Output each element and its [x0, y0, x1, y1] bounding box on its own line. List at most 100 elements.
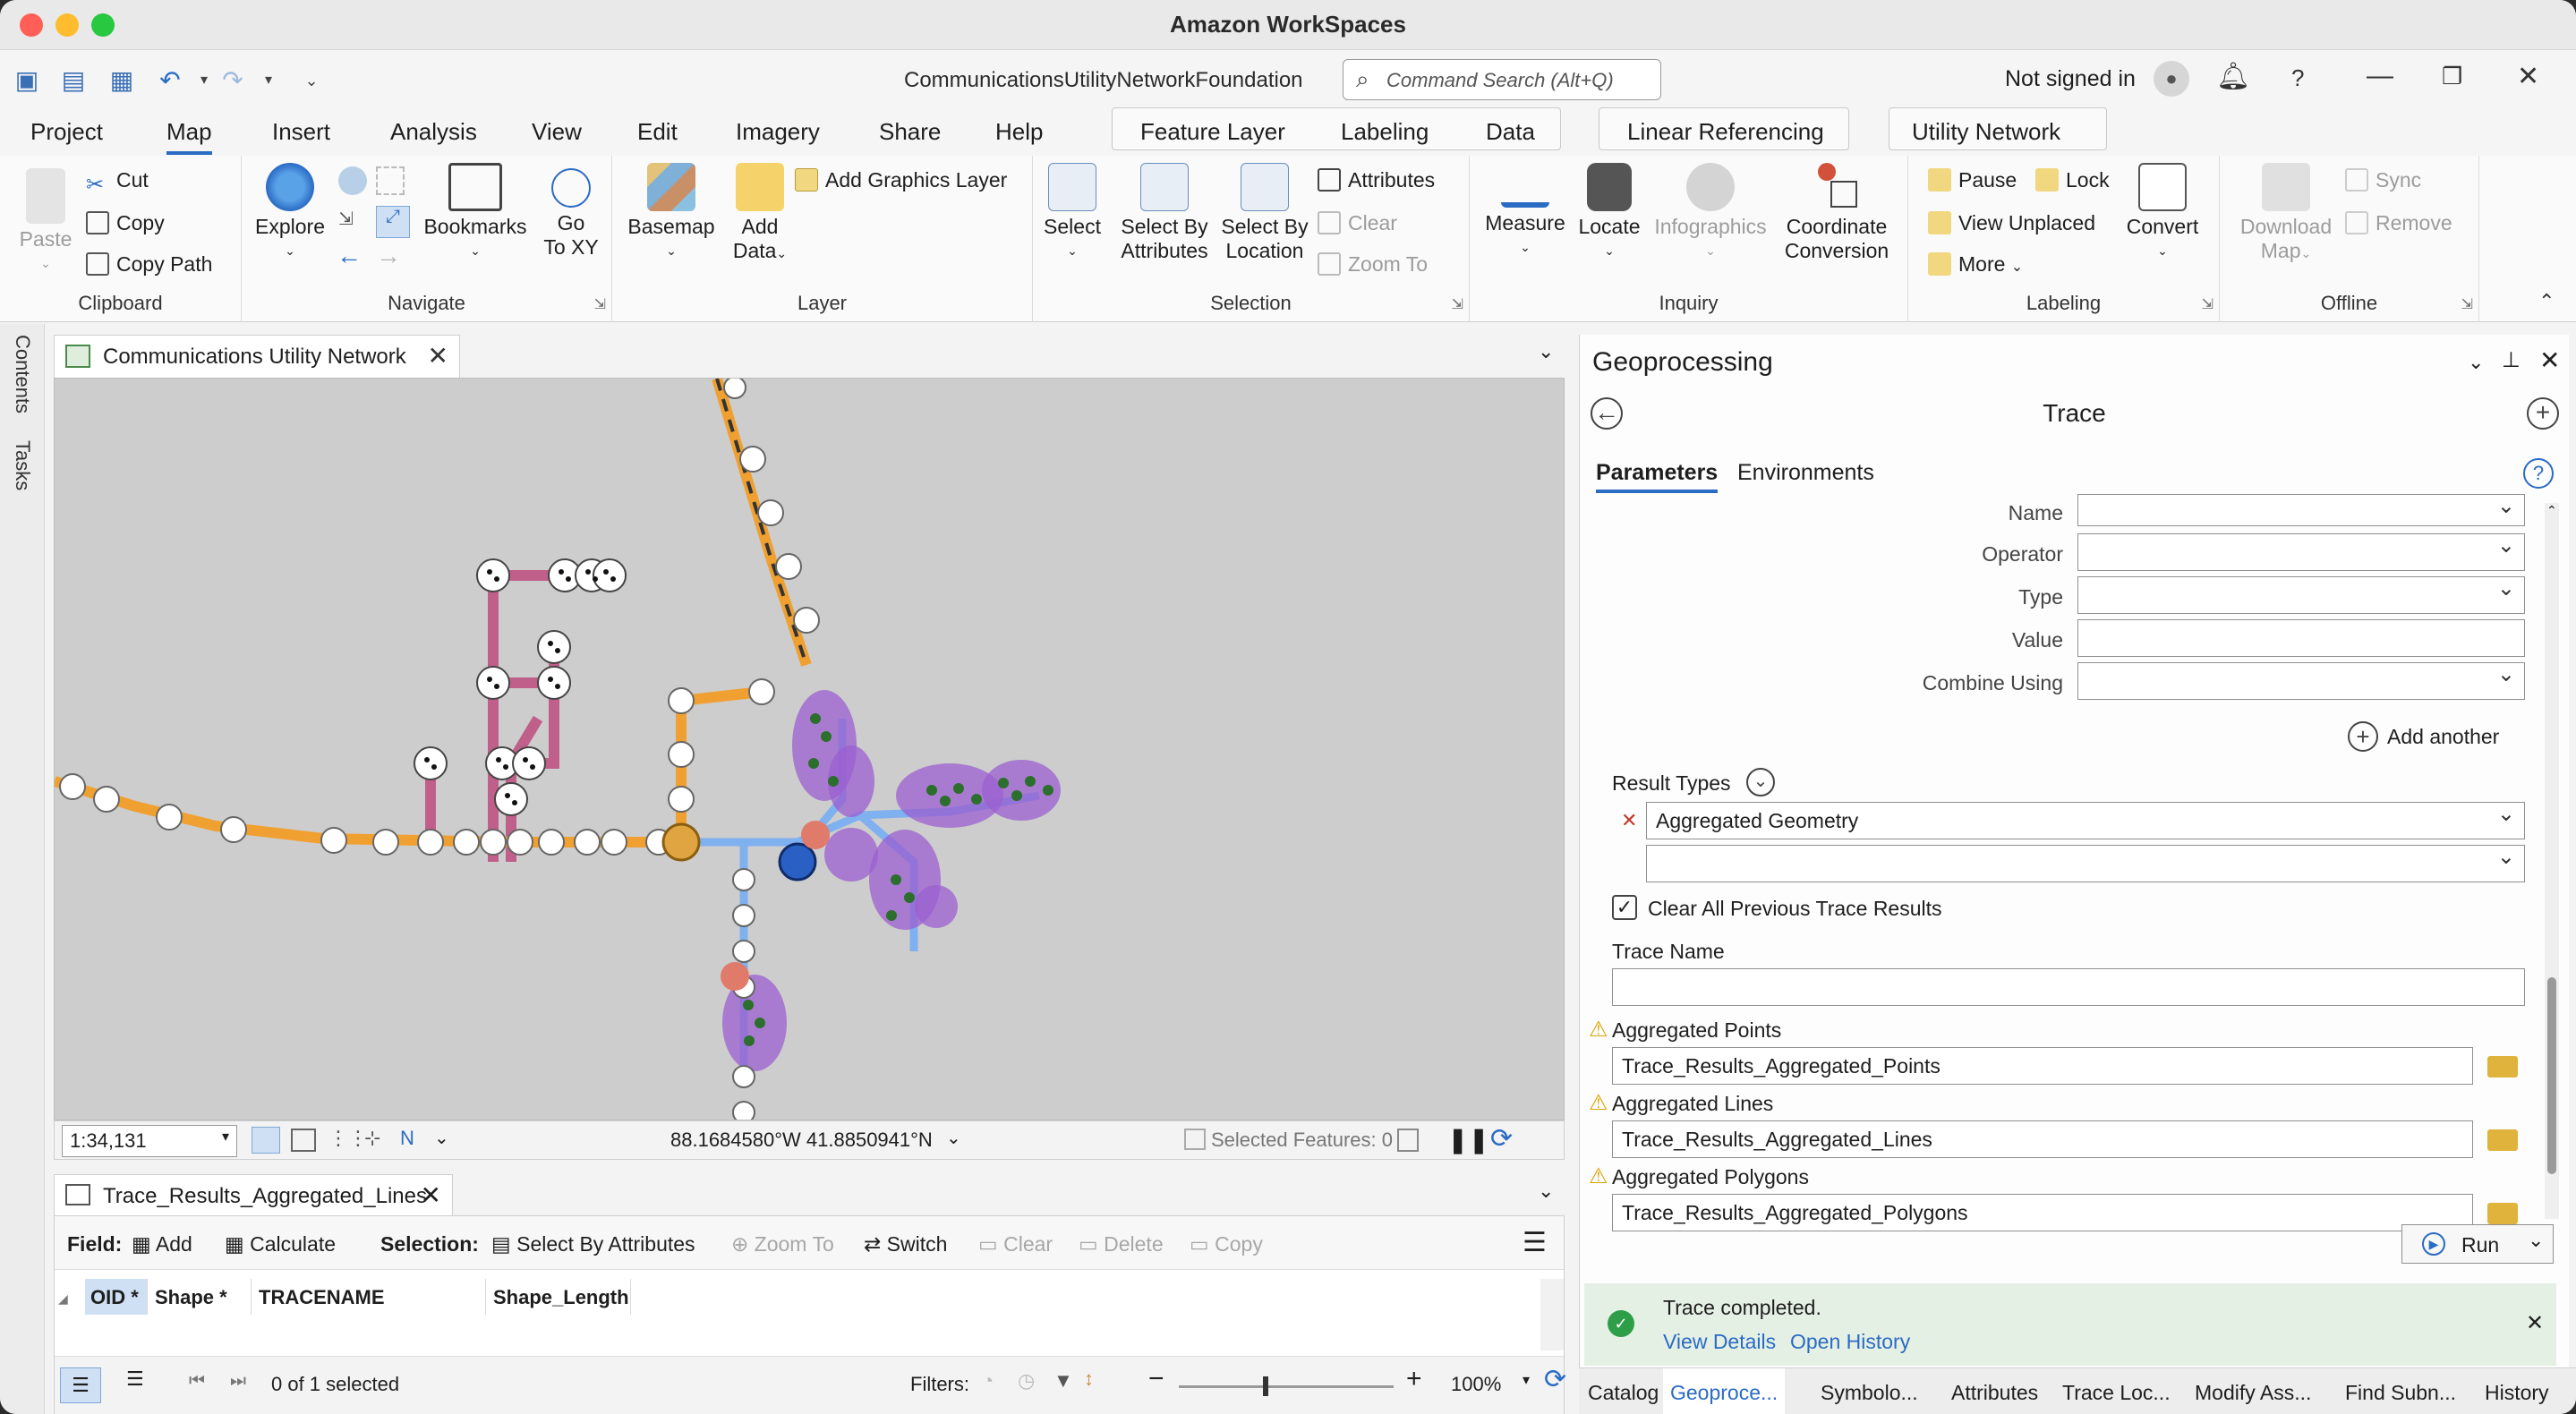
selection-launcher-icon[interactable]: ⇲: [1452, 295, 1463, 313]
tab-map[interactable]: Map: [166, 118, 212, 155]
close-icon[interactable]: ✕: [2517, 61, 2539, 92]
offline-launcher-icon[interactable]: ⇲: [2461, 295, 2473, 313]
tasks-side-tab[interactable]: Tasks: [11, 440, 34, 490]
sign-in-status[interactable]: Not signed in: [2005, 66, 2136, 92]
calculate-field-button[interactable]: ▦ Calculate: [225, 1232, 336, 1256]
status-tools-dropdown-icon[interactable]: ⌄: [434, 1127, 449, 1149]
zoom-out-table-icon[interactable]: −: [1148, 1364, 1164, 1394]
run-button[interactable]: ▶ Run ⌄: [2401, 1224, 2554, 1264]
tab-find-subnetworks[interactable]: Find Subn...: [2345, 1381, 2456, 1405]
pause-labeling-button[interactable]: Pause: [1928, 168, 2017, 192]
bookmarks-button[interactable]: Bookmarks ⌄: [417, 163, 533, 263]
fixed-zoom-icon[interactable]: [376, 166, 405, 195]
close-table-tab-icon[interactable]: ✕: [421, 1180, 441, 1210]
tab-feature-layer[interactable]: Feature Layer: [1140, 118, 1285, 146]
add-data-button[interactable]: Add Data⌄: [721, 163, 798, 266]
minimize-icon[interactable]: —: [2367, 61, 2393, 91]
snapping-icon[interactable]: ⋮⋮: [328, 1127, 368, 1150]
paste-button[interactable]: Paste ⌄: [13, 168, 79, 276]
full-extent-icon[interactable]: [338, 166, 367, 195]
pane-options-icon[interactable]: ⌄: [2468, 351, 2484, 374]
undo-dropdown-icon[interactable]: ▾: [188, 64, 220, 97]
zoom-to-selection-icon[interactable]: ⤢: [376, 206, 410, 238]
first-record-icon[interactable]: ⏮: [189, 1371, 205, 1392]
aggregated-lines-input[interactable]: Trace_Results_Aggregated_Lines: [1612, 1120, 2473, 1158]
pause-drawing-icon[interactable]: ❚❚: [1447, 1125, 1489, 1154]
attribute-table-tab[interactable]: Trace_Results_Aggregated_Lines ✕: [54, 1174, 453, 1215]
download-map-button[interactable]: Download Map⌄: [2231, 163, 2341, 266]
table-pane-menu-icon[interactable]: ⌄: [1538, 1180, 1554, 1203]
zoom-slider-thumb[interactable]: [1263, 1376, 1268, 1396]
pin-pane-icon[interactable]: ⊥: [2502, 347, 2521, 373]
measure-button[interactable]: Measure ⌄: [1482, 163, 1568, 260]
contents-side-tab[interactable]: Contents: [11, 335, 34, 413]
table-clear-button[interactable]: ▭ Clear: [978, 1232, 1053, 1256]
more-labeling-button[interactable]: More ⌄: [1928, 252, 2023, 277]
coordinate-format-dropdown-icon[interactable]: ⌄: [946, 1127, 961, 1149]
select-all-corner[interactable]: ◢: [58, 1279, 85, 1315]
map-view-tab[interactable]: Communications Utility Network ✕: [54, 335, 460, 378]
map-canvas[interactable]: [54, 378, 1565, 1120]
result-type-empty-dropdown[interactable]: [1646, 845, 2525, 882]
undo-icon[interactable]: ↶: [154, 64, 186, 97]
table-refresh-icon[interactable]: ⟳: [1544, 1364, 1566, 1395]
tab-data[interactable]: Data: [1486, 118, 1535, 146]
scale-dropdown[interactable]: 1:34,131 ▾: [62, 1125, 237, 1157]
type-dropdown[interactable]: [2077, 576, 2525, 614]
switch-selection-button[interactable]: ⇄ Switch: [864, 1232, 947, 1256]
navigate-launcher-icon[interactable]: ⇲: [594, 295, 606, 313]
attributes-button[interactable]: Attributes: [1318, 168, 1435, 192]
zoom-in-fixed-icon[interactable]: ⇲: [338, 208, 367, 236]
zoom-level-dropdown-icon[interactable]: ▾: [1523, 1371, 1530, 1389]
zoom-slider-track[interactable]: [1179, 1385, 1394, 1388]
add-field-button[interactable]: ▦ Add: [132, 1232, 192, 1256]
copy-path-button[interactable]: Copy Path: [86, 252, 212, 277]
tab-catalog[interactable]: Catalog: [1588, 1381, 1659, 1405]
column-header-shape-length[interactable]: Shape_Length: [488, 1279, 631, 1315]
previous-extent-icon[interactable]: ←: [337, 242, 362, 270]
row-height-icon[interactable]: ↕: [1084, 1367, 1094, 1391]
constraint-icon[interactable]: ⊹: [364, 1127, 380, 1150]
go-to-xy-button[interactable]: Go To XY: [537, 163, 605, 260]
coordinate-conversion-button[interactable]: Coordinate Conversion: [1774, 163, 1899, 263]
dismiss-message-icon[interactable]: ✕: [2526, 1310, 2544, 1336]
restore-icon[interactable]: ❐: [2442, 63, 2462, 90]
value-input[interactable]: [2077, 619, 2525, 657]
table-scrollbar[interactable]: [1540, 1279, 1564, 1350]
view-unplaced-button[interactable]: View Unplaced: [1928, 211, 2095, 235]
collapse-result-types-icon[interactable]: ⌄: [1746, 768, 1775, 796]
tab-history[interactable]: History: [2485, 1381, 2549, 1405]
remove-result-type-icon[interactable]: ✕: [1621, 809, 1637, 832]
tab-symbology[interactable]: Symbolo...: [1821, 1381, 1918, 1405]
remove-button[interactable]: Remove: [2345, 211, 2452, 235]
tab-view[interactable]: View: [532, 118, 582, 146]
filter-icon[interactable]: ▼: [1053, 1369, 1073, 1393]
tab-insert[interactable]: Insert: [272, 118, 330, 146]
table-menu-icon[interactable]: ☰: [1523, 1227, 1547, 1258]
redo-dropdown-icon[interactable]: ▾: [252, 64, 285, 97]
table-zoom-to-button[interactable]: ⊕ Zoom To: [731, 1232, 834, 1256]
tab-utility-network[interactable]: Utility Network: [1912, 118, 2060, 146]
table-select-by-attributes-button[interactable]: ▤ Select By Attributes: [491, 1232, 695, 1256]
browse-polygons-folder-icon[interactable]: [2487, 1203, 2518, 1224]
filter-extent-icon[interactable]: ◔: [982, 1369, 994, 1393]
customize-toolbar-icon[interactable]: ⌄: [295, 64, 328, 97]
select-button[interactable]: Select ⌄: [1044, 163, 1101, 263]
tab-trace-locations[interactable]: Trace Loc...: [2062, 1381, 2171, 1405]
tab-project[interactable]: Project: [30, 118, 103, 146]
zoom-to-selection-button[interactable]: Zoom To: [1318, 252, 1428, 277]
grid-view-icon[interactable]: [252, 1127, 280, 1154]
tab-edit[interactable]: Edit: [637, 118, 678, 146]
help-icon[interactable]: ?: [2291, 64, 2304, 92]
tab-labeling[interactable]: Labeling: [1341, 118, 1429, 146]
browse-lines-folder-icon[interactable]: [2487, 1129, 2518, 1151]
table-copy-button[interactable]: ▭ Copy: [1190, 1232, 1263, 1256]
convert-labels-button[interactable]: Convert ⌄: [2118, 163, 2207, 263]
parameters-scroll-thumb[interactable]: [2547, 977, 2556, 1174]
table-delete-button[interactable]: ▭ Delete: [1079, 1232, 1164, 1256]
combine-using-dropdown[interactable]: [2077, 662, 2525, 700]
operator-dropdown[interactable]: [2077, 533, 2525, 571]
add-tool-icon[interactable]: +: [2527, 397, 2559, 430]
locate-button[interactable]: Locate ⌄: [1572, 163, 1647, 263]
close-pane-icon[interactable]: ✕: [2539, 345, 2560, 375]
